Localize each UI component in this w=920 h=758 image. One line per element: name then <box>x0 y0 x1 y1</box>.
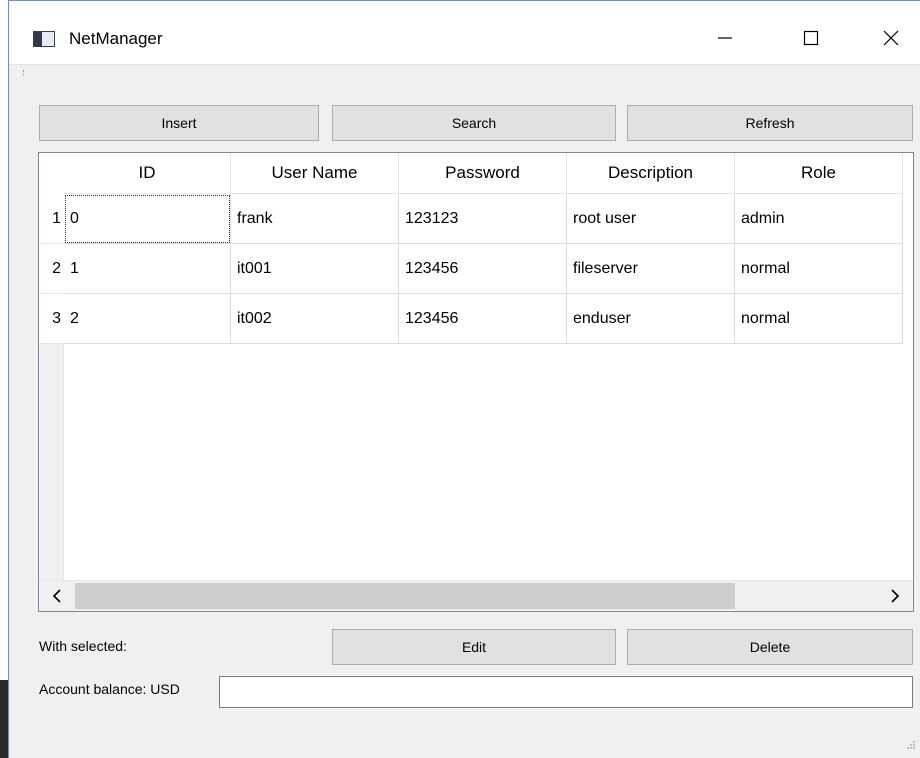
table-cell-password[interactable]: 123123 <box>399 194 567 244</box>
table-cell-user-name[interactable]: it001 <box>231 244 399 294</box>
table-cell-password[interactable]: 123456 <box>399 294 567 344</box>
close-icon <box>883 30 899 46</box>
table-cell-description[interactable]: enduser <box>567 294 735 344</box>
column-header-role[interactable]: Role <box>735 153 903 194</box>
app-window-icon <box>33 31 55 47</box>
minimize-button[interactable] <box>695 15 755 61</box>
row-header-1[interactable]: 1 <box>39 194 64 244</box>
account-balance-label: Account balance: USD <box>39 681 180 697</box>
column-header-id[interactable]: ID <box>64 153 231 194</box>
scrollbar-thumb[interactable] <box>75 583 735 609</box>
scroll-right-button[interactable] <box>877 581 913 611</box>
table-cell-description[interactable]: root user <box>567 194 735 244</box>
users-table: ID User Name Password Description Role 1… <box>38 152 914 612</box>
resize-grip-icon[interactable] <box>902 738 916 752</box>
table-cell-id[interactable]: 1 <box>64 244 231 294</box>
maximize-button[interactable] <box>781 15 841 61</box>
window-title: NetManager <box>69 29 163 48</box>
row-header-area <box>39 344 64 581</box>
table-cell-user-name[interactable]: it002 <box>231 294 399 344</box>
table-cell-description[interactable]: fileserver <box>567 244 735 294</box>
table-cell-role[interactable]: normal <box>735 244 903 294</box>
insert-button[interactable]: Insert <box>39 105 319 141</box>
menu-bar <box>9 64 920 85</box>
maximize-icon <box>803 30 819 46</box>
table-cell-id[interactable]: 0 <box>64 194 231 244</box>
toolbar-grip[interactable] <box>23 70 26 76</box>
desktop-background <box>0 680 8 758</box>
title-bar[interactable]: NetManager <box>9 1 920 64</box>
account-balance-field[interactable] <box>219 676 913 708</box>
column-header-password[interactable]: Password <box>399 153 567 194</box>
table-corner-button[interactable] <box>39 153 64 194</box>
column-header-user-name[interactable]: User Name <box>231 153 399 194</box>
row-header-3[interactable]: 3 <box>39 294 64 344</box>
delete-button[interactable]: Delete <box>627 629 913 665</box>
scroll-left-button[interactable] <box>39 581 75 611</box>
search-button[interactable]: Search <box>332 105 616 141</box>
minimize-icon <box>718 37 732 39</box>
horizontal-scrollbar[interactable] <box>39 580 913 611</box>
close-button[interactable] <box>861 15 920 61</box>
edit-button[interactable]: Edit <box>332 629 616 665</box>
column-header-description[interactable]: Description <box>567 153 735 194</box>
main-window: NetManager Insert Search Refresh ID User… <box>8 0 920 758</box>
row-header-2[interactable]: 2 <box>39 244 64 294</box>
table-cell-user-name[interactable]: frank <box>231 194 399 244</box>
refresh-button[interactable]: Refresh <box>627 105 913 141</box>
chevron-right-icon <box>891 589 900 603</box>
table-cell-password[interactable]: 123456 <box>399 244 567 294</box>
table-cell-role[interactable]: normal <box>735 294 903 344</box>
chevron-left-icon <box>52 589 61 603</box>
with-selected-label: With selected: <box>39 638 127 654</box>
table-cell-role[interactable]: admin <box>735 194 903 244</box>
table-cell-id[interactable]: 2 <box>64 294 231 344</box>
